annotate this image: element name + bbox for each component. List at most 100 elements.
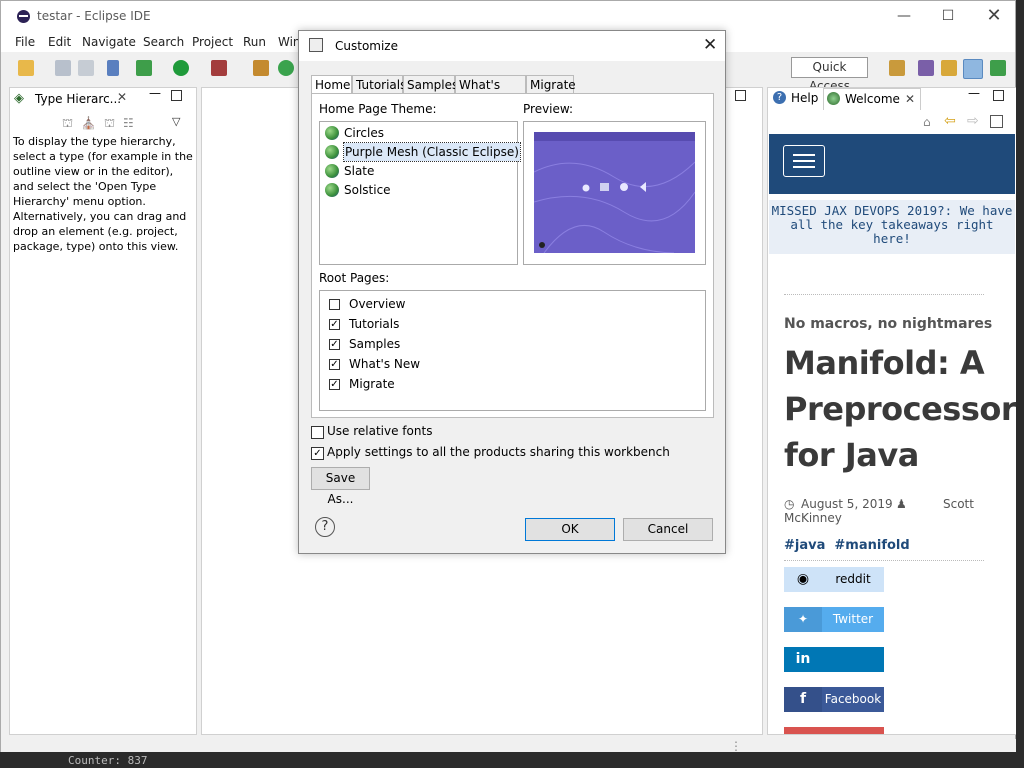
apply-settings-option[interactable]: ✓ Apply settings to all the products sha… xyxy=(311,445,711,461)
save-icon[interactable] xyxy=(55,60,71,76)
menu-project[interactable]: Project xyxy=(192,35,233,49)
tab-help[interactable]: Help xyxy=(791,91,818,105)
preview-image xyxy=(534,132,695,253)
dialog-close-icon[interactable]: ✕ xyxy=(703,35,717,55)
menu-run[interactable]: Run xyxy=(243,35,266,49)
hamburger-menu-icon[interactable] xyxy=(783,145,825,177)
root-page-samples[interactable]: ✓ Samples xyxy=(329,337,529,353)
save-all-icon[interactable] xyxy=(78,60,94,76)
show-in-icon[interactable] xyxy=(990,115,1003,128)
run-icon[interactable] xyxy=(173,60,189,76)
tab-tutorials[interactable]: Tutorials xyxy=(352,75,406,93)
root-page-whats-new[interactable]: ✓ What's New xyxy=(329,357,529,373)
preview-frame xyxy=(523,121,706,265)
use-relative-fonts-checkbox[interactable] xyxy=(311,426,324,439)
root-page-tutorials[interactable]: ✓ Tutorials xyxy=(329,317,529,333)
debug-icon[interactable] xyxy=(136,60,152,76)
console-strip: Counter: 837 xyxy=(0,752,1024,768)
customize-icon xyxy=(309,38,323,52)
close-tab-icon[interactable]: ✕ xyxy=(905,92,915,106)
share-more-button[interactable] xyxy=(784,727,884,734)
share-twitter-button[interactable]: ✦ Twitter xyxy=(784,607,884,632)
hierarchy-toolbar-icons[interactable]: ⛫⛪⛫☷ xyxy=(62,116,142,132)
view-tab-label[interactable]: Type Hierarc... xyxy=(35,92,121,106)
minimize-view-icon[interactable]: — xyxy=(149,86,161,100)
article-headline: Manifold: A Preprocessor for Java xyxy=(784,344,1017,474)
maximize-view-icon[interactable] xyxy=(993,90,1004,101)
tab-welcome-container[interactable]: Welcome ✕ xyxy=(823,88,921,110)
maximize-icon[interactable]: ☐ xyxy=(933,7,963,25)
debug-perspective-icon[interactable] xyxy=(918,60,934,76)
whats-new-checkbox[interactable]: ✓ xyxy=(329,359,340,370)
promo-banner[interactable]: MISSED JAX DEVOPS 2019?: We have all the… xyxy=(769,200,1015,254)
close-tab-icon[interactable]: ✕ xyxy=(117,90,127,104)
editor-maximize-icon[interactable] xyxy=(735,90,746,101)
background-edge xyxy=(1016,0,1024,768)
quick-access-input[interactable]: Quick Access xyxy=(791,57,868,93)
forward-icon[interactable]: ⇨ xyxy=(967,113,979,129)
tab-samples[interactable]: Samples xyxy=(403,75,458,93)
help-icon: ? xyxy=(773,91,786,104)
pin-icon[interactable] xyxy=(107,60,119,76)
apply-settings-checkbox[interactable]: ✓ xyxy=(311,447,324,460)
overview-checkbox[interactable] xyxy=(329,299,340,310)
share-reddit-button[interactable]: ◉ reddit xyxy=(784,567,884,592)
testing-perspective-icon[interactable] xyxy=(990,60,1006,76)
back-icon[interactable]: ⇦ xyxy=(944,113,956,129)
tab-welcome: Welcome xyxy=(845,92,900,106)
tab-migrate[interactable]: Migrate xyxy=(526,75,576,93)
resource-perspective-icon[interactable] xyxy=(941,60,957,76)
maximize-view-icon[interactable] xyxy=(171,90,182,101)
close-icon[interactable]: ✕ xyxy=(979,7,1009,25)
open-perspective-icon[interactable] xyxy=(889,60,905,76)
type-hierarchy-message: To display the type hierarchy, select a … xyxy=(13,135,193,253)
tab-home[interactable]: Home xyxy=(311,75,352,94)
save-as-button[interactable]: Save As... xyxy=(311,467,370,506)
help-icon[interactable]: ? xyxy=(315,517,335,537)
use-relative-fonts-option[interactable]: Use relative fonts xyxy=(311,424,641,440)
customize-dialog: Customize ✕ Home Tutorials Samples What'… xyxy=(298,30,726,554)
use-relative-fonts-label: Use relative fonts xyxy=(327,424,433,438)
tutorials-checkbox[interactable]: ✓ xyxy=(329,319,340,330)
new-java-package-icon[interactable] xyxy=(253,60,269,76)
theme-globe-icon xyxy=(325,164,339,178)
refresh-icon[interactable] xyxy=(278,60,294,76)
status-separator: ⋮ xyxy=(730,739,742,753)
article-tags[interactable]: #java #manifold xyxy=(784,538,910,553)
window-title: testar - Eclipse IDE xyxy=(37,9,151,23)
share-linkedin-button[interactable]: in xyxy=(784,647,884,672)
welcome-view: ? Help Welcome ✕ — ⌂ ⇦ ⇨ MISSED JAX DEVO… xyxy=(767,87,1017,735)
linkedin-icon: in xyxy=(795,651,811,667)
dialog-title: Customize xyxy=(335,39,398,53)
theme-globe-icon xyxy=(325,183,339,197)
share-facebook-button[interactable]: f Facebook xyxy=(784,687,884,712)
new-icon[interactable] xyxy=(18,60,34,76)
menu-navigate[interactable]: Navigate xyxy=(82,35,136,49)
cancel-button[interactable]: Cancel xyxy=(623,518,713,541)
theme-globe-icon xyxy=(325,145,339,159)
menu-file[interactable]: File xyxy=(15,35,35,49)
article-author: Scott McKinney xyxy=(784,497,974,525)
theme-list[interactable]: Circles Purple Mesh (Classic Eclipse) Sl… xyxy=(319,121,521,265)
dialog-title-bar: Customize ✕ xyxy=(299,31,725,61)
root-page-migrate[interactable]: ✓ Migrate xyxy=(329,377,529,393)
type-hierarchy-view: ◈ Type Hierarc... ✕ — ⛫⛪⛫☷ ▽ To display … xyxy=(9,86,197,735)
console-text: Counter: 837 xyxy=(68,754,148,767)
home-page-theme-label: Home Page Theme: xyxy=(319,102,437,116)
menu-search[interactable]: Search xyxy=(143,35,184,49)
external-tools-icon[interactable] xyxy=(211,60,227,76)
ok-button[interactable]: OK xyxy=(525,518,615,541)
root-page-overview[interactable]: Overview xyxy=(329,297,529,313)
java-perspective-icon[interactable] xyxy=(963,59,983,79)
menu-edit[interactable]: Edit xyxy=(48,35,71,49)
minimize-icon[interactable]: — xyxy=(889,7,919,25)
tab-whats-new[interactable]: What's New xyxy=(455,75,526,110)
home-tab-panel: Home Page Theme: Preview: Circles Purple… xyxy=(311,93,714,418)
samples-checkbox[interactable]: ✓ xyxy=(329,339,340,350)
migrate-checkbox[interactable]: ✓ xyxy=(329,379,340,390)
minimize-view-icon[interactable]: — xyxy=(968,88,980,100)
divider xyxy=(784,294,984,295)
site-header xyxy=(769,134,1015,194)
view-menu-icon[interactable]: ▽ xyxy=(172,115,180,128)
home-icon[interactable]: ⌂ xyxy=(923,115,935,129)
